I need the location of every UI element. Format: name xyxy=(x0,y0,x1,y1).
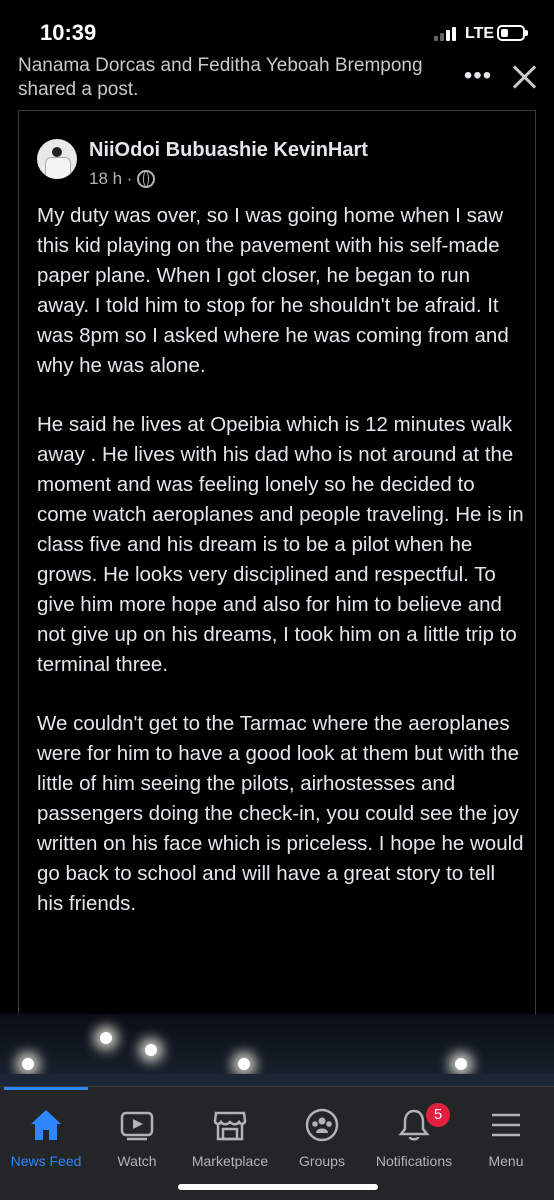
post-paragraph: He said he lives at Opeibia which is 12 … xyxy=(37,413,524,676)
nav-marketplace[interactable]: Marketplace xyxy=(184,1095,276,1175)
battery-icon xyxy=(497,25,528,41)
nav-label: Notifications xyxy=(375,1153,453,1169)
post-author[interactable]: NiiOdoi Bubuashie KevinHart xyxy=(89,139,368,162)
post-meta: 18 h · xyxy=(89,169,156,189)
home-indicator[interactable] xyxy=(178,1184,378,1190)
avatar[interactable] xyxy=(37,139,77,179)
active-tab-indicator xyxy=(4,1087,88,1090)
nav-menu[interactable]: Menu xyxy=(460,1095,552,1175)
nav-news-feed[interactable]: News Feed xyxy=(0,1095,92,1175)
nav-groups[interactable]: Groups xyxy=(276,1095,368,1175)
shared-by-text: Nanama Dorcas and Feditha Yeboah Brempon… xyxy=(18,55,423,100)
nav-label: Watch xyxy=(117,1153,157,1169)
bottom-nav: News Feed Watch Marketplace Groups 5 Not… xyxy=(0,1086,554,1200)
post-body: My duty was over, so I was going home wh… xyxy=(37,201,525,948)
globe-icon xyxy=(137,170,156,188)
nav-label: Groups xyxy=(299,1153,345,1169)
nav-label: Menu xyxy=(488,1153,524,1169)
groups-icon xyxy=(305,1108,339,1142)
more-options-button[interactable]: ••• xyxy=(456,62,500,90)
network-label: LTE xyxy=(465,25,495,42)
nav-label: Marketplace xyxy=(191,1153,269,1169)
post-photo[interactable] xyxy=(0,1014,554,1088)
status-bar: 10:39 LTE xyxy=(0,0,554,60)
signal-icon xyxy=(434,27,460,41)
notification-badge: 5 xyxy=(426,1103,450,1127)
marketplace-icon xyxy=(213,1111,247,1141)
watch-icon xyxy=(120,1111,154,1141)
nav-notifications[interactable]: 5 Notifications xyxy=(368,1095,460,1175)
post-paragraph: We couldn't get to the Tarmac where the … xyxy=(37,712,524,915)
post-paragraph: My duty was over, so I was going home wh… xyxy=(37,204,509,377)
nav-watch[interactable]: Watch xyxy=(91,1095,183,1175)
nav-label: News Feed xyxy=(10,1153,82,1169)
shared-post-card: NiiOdoi Bubuashie KevinHart 18 h · My du… xyxy=(18,110,536,1020)
post-time[interactable]: 18 h · xyxy=(89,169,132,189)
menu-icon xyxy=(492,1113,520,1137)
status-time: 10:39 xyxy=(40,20,97,45)
close-icon[interactable] xyxy=(510,62,540,92)
home-icon xyxy=(31,1110,61,1140)
